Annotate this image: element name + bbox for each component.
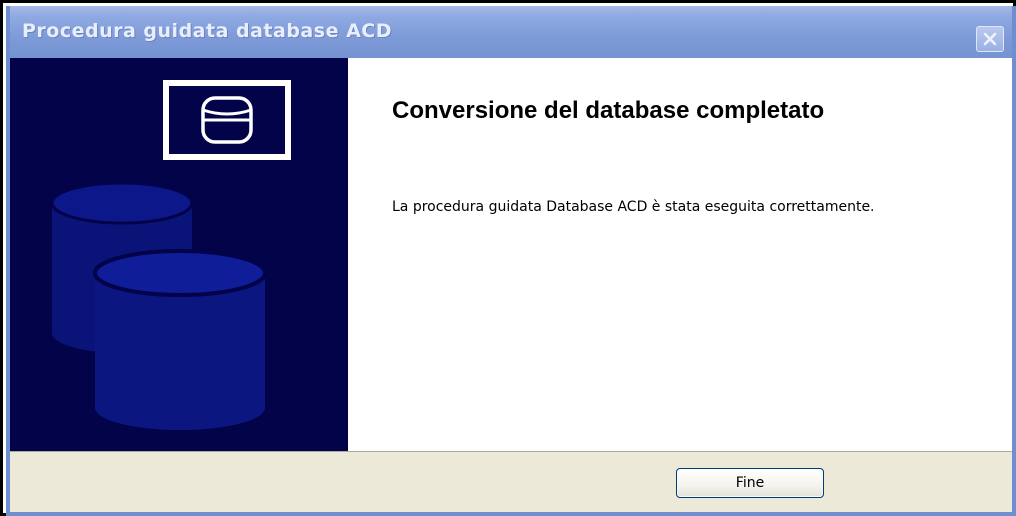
wizard-window: Procedura guidata database ACD Conversio… [6, 6, 1016, 516]
screenshot-frame: Procedura guidata database ACD Conversio… [0, 0, 1016, 516]
completion-message: La procedura guidata Database ACD è stat… [392, 199, 875, 215]
wizard-content: Conversione del database completato La p… [10, 58, 1012, 451]
title-bar[interactable]: Procedura guidata database ACD [10, 6, 1012, 58]
wizard-main-panel: Conversione del database completato La p… [348, 58, 1012, 451]
database-logo [163, 80, 291, 160]
close-button[interactable] [976, 26, 1004, 52]
window-title: Procedura guidata database ACD [22, 20, 392, 42]
page-title: Conversione del database completato [392, 97, 825, 124]
wizard-side-panel [10, 58, 348, 451]
wizard-footer: Fine [10, 451, 1012, 512]
finish-button[interactable]: Fine [676, 468, 824, 498]
close-icon [983, 32, 997, 46]
database-icon [201, 96, 253, 144]
